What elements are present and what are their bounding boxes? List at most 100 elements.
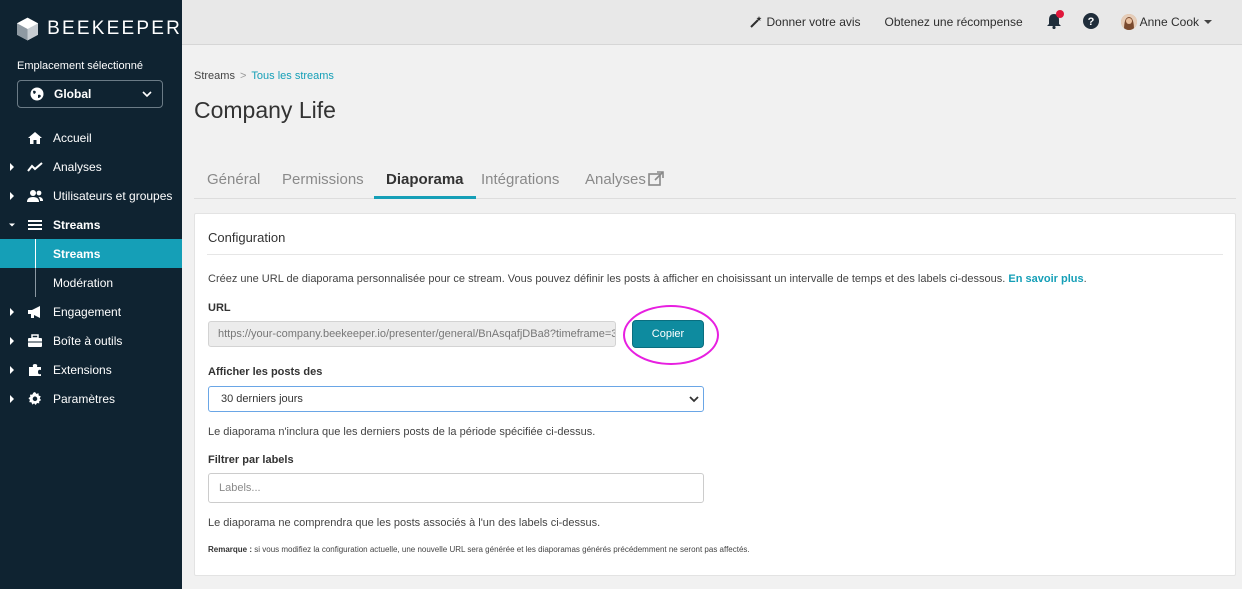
configuration-panel: Configuration Créez une URL de diaporama…: [194, 213, 1236, 576]
sidebar-item-label: Engagement: [53, 304, 122, 319]
megaphone-icon: [28, 305, 40, 318]
breadcrumb-current[interactable]: Tous les streams: [251, 70, 334, 82]
breadcrumb-root[interactable]: Streams: [194, 70, 235, 82]
sidebar-item-label: Streams: [53, 217, 101, 232]
sidebar-item-engagement[interactable]: Engagement: [0, 297, 182, 326]
url-label: URL: [208, 302, 231, 314]
tab-label: Diaporama: [386, 171, 464, 188]
gear-icon: [28, 391, 42, 405]
page-title: Company Life: [194, 97, 336, 123]
tab-analyses[interactable]: Analyses: [573, 171, 676, 199]
posts-label: Afficher les posts des: [208, 366, 323, 378]
caret-right-icon: [10, 191, 14, 200]
sidebar-item-accueil[interactable]: Accueil: [0, 123, 182, 152]
divider: [207, 254, 1223, 255]
sidebar-item-label: Boîte à outils: [53, 333, 123, 348]
sidebar-item-label: Accueil: [53, 130, 92, 145]
toolbox-icon: [28, 333, 42, 347]
sidebar-nav: Accueil Analyses Utilisateurs et groupes…: [0, 123, 182, 413]
sidebar-subitem-streams[interactable]: Streams: [0, 239, 182, 268]
notification-dot: [1055, 9, 1064, 18]
chevron-down-icon: [689, 396, 699, 403]
feedback-link[interactable]: Donner votre avis: [750, 15, 861, 29]
user-menu[interactable]: Anne Cook: [1120, 14, 1212, 30]
tab-general[interactable]: Général: [195, 171, 272, 199]
labels-help: Le diaporama ne comprendra que les posts…: [208, 517, 601, 529]
subnav-indent-line: [35, 268, 36, 297]
sidebar-item-label: Utilisateurs et groupes: [53, 188, 173, 203]
sidebar-item-streams[interactable]: Streams: [0, 210, 182, 239]
subnav-indent-line: [35, 239, 36, 268]
sidebar-subitem-label: Streams: [53, 246, 101, 261]
caret-right-icon: [10, 365, 14, 374]
list-icon: [28, 219, 42, 230]
labels-label: Filtrer par labels: [208, 454, 294, 466]
tab-label: Analyses: [585, 171, 646, 188]
help-icon: ?: [1082, 12, 1099, 29]
caret-right-icon: [10, 394, 14, 403]
tab-integrations[interactable]: Intégrations: [469, 171, 571, 199]
sidebar-item-label: Analyses: [53, 159, 102, 174]
sidebar-item-label: Extensions: [53, 362, 112, 377]
tab-label: Général: [207, 171, 261, 188]
labels-input[interactable]: Labels...: [208, 473, 704, 503]
reward-link[interactable]: Obtenez une récompense: [885, 15, 1023, 29]
sidebar-item-users[interactable]: Utilisateurs et groupes: [0, 181, 182, 210]
note: Remarque : si vous modifiez la configura…: [208, 545, 750, 554]
main-content: Streams > Tous les streams Company Life Gé…: [194, 45, 1236, 589]
beekeeper-logo-icon: [17, 17, 39, 41]
caret-right-icon: [10, 336, 14, 345]
location-label: Emplacement sélectionné: [17, 60, 143, 72]
chevron-down-icon: [142, 91, 152, 98]
brand-logo[interactable]: BEEKEEPER: [0, 0, 182, 58]
top-bar: Donner votre avis Obtenez une récompense…: [182, 0, 1242, 45]
sidebar-item-analyses[interactable]: Analyses: [0, 152, 182, 181]
copy-button[interactable]: Copier: [632, 320, 704, 348]
svg-text:?: ?: [1087, 16, 1094, 28]
sidebar-subitem-moderation[interactable]: Modération: [0, 268, 182, 297]
timeframe-help: Le diaporama n'inclura que les derniers …: [208, 426, 596, 438]
note-bold: Remarque :: [208, 545, 253, 554]
sidebar-item-settings[interactable]: Paramètres: [0, 384, 182, 413]
tab-diaporama[interactable]: Diaporama: [374, 171, 476, 199]
caret-down-icon: [1204, 20, 1212, 24]
user-name: Anne Cook: [1139, 15, 1199, 29]
panel-title: Configuration: [208, 230, 286, 245]
users-icon: [27, 189, 43, 202]
sidebar-item-extensions[interactable]: Extensions: [0, 355, 182, 384]
brand-name: BEEKEEPER: [47, 18, 182, 39]
reward-label: Obtenez une récompense: [884, 15, 1023, 29]
magic-wand-icon: [750, 16, 762, 28]
chart-line-icon: [27, 161, 43, 172]
tab-label: Intégrations: [481, 171, 560, 188]
sidebar-item-label: Paramètres: [53, 391, 116, 406]
note-text: si vous modifiez la configuration actuel…: [252, 545, 750, 554]
location-value: Global: [54, 87, 92, 101]
timeframe-select[interactable]: 30 derniers jours: [208, 386, 704, 412]
url-field[interactable]: https://your-company.beekeeper.io/presen…: [208, 321, 616, 347]
external-link-icon: [648, 171, 664, 186]
description-text: Créez une URL de diaporama personnalisée…: [208, 273, 1006, 285]
caret-right-icon: [10, 307, 14, 316]
breadcrumb-separator: >: [239, 70, 247, 82]
timeframe-value: 30 derniers jours: [221, 393, 303, 405]
caret-right-icon: [10, 162, 14, 171]
tab-bar: Général Permissions Diaporama Intégratio…: [194, 161, 1236, 199]
location-select[interactable]: Global: [17, 80, 163, 108]
learn-more-link[interactable]: En savoir plus: [1008, 273, 1083, 285]
notifications-button[interactable]: [1046, 9, 1064, 32]
tab-label: Permissions: [282, 171, 364, 188]
avatar: [1120, 14, 1137, 30]
globe-icon: [30, 87, 44, 101]
puzzle-icon: [29, 363, 41, 376]
tab-permissions[interactable]: Permissions: [270, 171, 376, 199]
feedback-label: Donner votre avis: [766, 15, 861, 29]
breadcrumb: Streams > Tous les streams: [194, 70, 334, 82]
help-button[interactable]: ?: [1082, 12, 1099, 32]
sidebar-item-toolbox[interactable]: Boîte à outils: [0, 326, 182, 355]
description: Créez une URL de diaporama personnalisée…: [208, 273, 1087, 285]
sidebar-subitem-label: Modération: [53, 275, 114, 290]
caret-down-icon: [9, 223, 15, 226]
home-icon: [28, 131, 42, 144]
sidebar: BEEKEEPER Emplacement sélectionné Global…: [0, 0, 182, 589]
